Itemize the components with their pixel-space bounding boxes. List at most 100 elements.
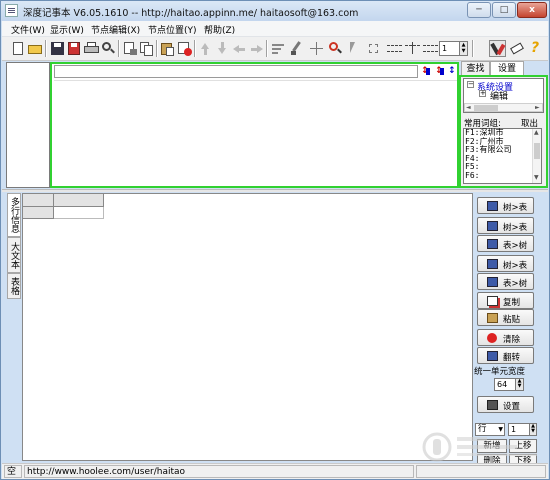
toolbar-separator xyxy=(194,40,196,57)
menu-node-position[interactable]: 节点位置(Y) xyxy=(148,23,197,36)
split-lines-icon[interactable] xyxy=(386,40,403,57)
grid-corner-cell[interactable] xyxy=(23,194,54,207)
tree-scroll-thumb[interactable] xyxy=(474,105,498,111)
toolbar-number-input[interactable]: 1 xyxy=(439,41,460,56)
window-title: 深度记事本 V6.05.1610 -- http://haitao.appinn… xyxy=(23,8,359,19)
note-text-area[interactable] xyxy=(54,80,457,184)
table-to-tree-button[interactable]: 表>树 xyxy=(477,235,534,252)
watermark-logo xyxy=(422,432,537,462)
minimize-button[interactable]: ─ xyxy=(467,2,491,18)
paste-node-icon[interactable] xyxy=(159,40,176,57)
move-right-icon[interactable] xyxy=(248,40,265,57)
brush-icon[interactable] xyxy=(288,40,305,57)
tab-large-text[interactable]: 大文本 xyxy=(7,237,21,273)
move-up-icon[interactable] xyxy=(197,40,214,57)
save-as-icon[interactable] xyxy=(66,40,83,57)
toolbar-separator xyxy=(45,40,47,57)
table-grid-pane[interactable] xyxy=(22,193,473,461)
move-left-icon[interactable] xyxy=(231,40,248,57)
sort-asc-icon[interactable]: ↕ xyxy=(420,65,432,78)
copy-node-icon[interactable] xyxy=(138,40,155,57)
scroll-down-icon[interactable]: ▼ xyxy=(534,174,539,181)
move-down-icon[interactable] xyxy=(214,40,231,57)
grid-column-header[interactable] xyxy=(54,194,104,207)
column-width-spinner[interactable]: ▲ ▼ xyxy=(515,378,524,391)
sort-mixed-icon[interactable]: ↕ xyxy=(447,65,457,78)
scroll-right-icon[interactable]: ► xyxy=(535,104,540,111)
tab-multiline-info[interactable]: 多行信息 xyxy=(7,193,21,237)
status-bar: 空 http://www.hoolee.com/user/haitao xyxy=(2,463,548,479)
table-icon xyxy=(487,221,498,231)
indent-lines-icon[interactable] xyxy=(404,40,421,57)
grid-row-header[interactable] xyxy=(23,207,54,219)
grid-cell[interactable] xyxy=(54,207,104,219)
table-to-tree-button[interactable]: 表>树 xyxy=(477,273,534,290)
note-editor-pane[interactable]: ↕ ↕ ↕ xyxy=(50,62,459,188)
zoom-icon[interactable] xyxy=(327,40,344,57)
list-item[interactable]: F6: xyxy=(465,171,541,181)
apply-width-button[interactable]: 设置 xyxy=(477,396,534,413)
clear-icon xyxy=(487,333,497,343)
line-spacing-icon[interactable] xyxy=(422,40,439,57)
close-button[interactable]: x xyxy=(517,2,547,18)
pointer-icon[interactable] xyxy=(346,40,363,57)
list-scroll-thumb[interactable] xyxy=(534,143,540,159)
save-icon[interactable] xyxy=(49,40,66,57)
tools-icon[interactable] xyxy=(489,40,506,57)
collapse-icon[interactable] xyxy=(308,40,325,57)
tab-search[interactable]: 查找 xyxy=(461,61,490,76)
tab-settings[interactable]: 设置 xyxy=(490,61,524,76)
sort-desc-icon[interactable]: ↕ xyxy=(434,65,446,78)
common-words-list[interactable]: F1:深圳市 F2:广州市 F3:有限公司 F4: F5: F6: xyxy=(463,128,542,184)
menu-help[interactable]: 帮助(Z) xyxy=(204,23,235,36)
menu-view[interactable]: 显示(W) xyxy=(50,23,84,36)
column-width-label: 统一单元宽度 xyxy=(474,367,526,377)
tree-to-table-button[interactable]: 树>表 xyxy=(477,197,534,214)
column-width-input[interactable]: 64 xyxy=(494,378,516,391)
menu-bar: 文件(W) 显示(W) 节点编辑(X) 节点位置(Y) 帮助(Z) xyxy=(2,21,548,37)
maximize-button[interactable]: □ xyxy=(492,2,516,18)
flip-icon xyxy=(487,351,498,361)
clear-button[interactable]: 清除 xyxy=(477,329,534,346)
eraser-icon[interactable] xyxy=(509,40,526,57)
scroll-left-icon[interactable]: ◄ xyxy=(466,104,471,111)
sort-icon[interactable] xyxy=(270,40,287,57)
new-file-icon[interactable] xyxy=(10,40,27,57)
tree-to-table-button[interactable]: 树>表 xyxy=(477,217,534,234)
open-folder-icon[interactable] xyxy=(27,40,44,57)
delete-node-icon[interactable] xyxy=(176,40,193,57)
copy-icon xyxy=(487,296,498,306)
table-icon xyxy=(487,201,498,211)
toolbar-separator xyxy=(472,40,474,57)
horizontal-splitter[interactable] xyxy=(2,189,548,192)
scroll-up-icon[interactable]: ▲ xyxy=(534,129,539,136)
app-window: 深度记事本 V6.05.1610 -- http://haitao.appinn… xyxy=(0,0,550,480)
tree-pane[interactable] xyxy=(6,62,50,188)
tab-table[interactable]: 表格 xyxy=(7,273,21,299)
tree-collapse-icon[interactable]: − xyxy=(467,81,474,88)
settings-panel: − 系统设置 + 编辑 ◄ ► 常用词组: 取出 F1:深圳市 F2:广州市 F… xyxy=(459,75,548,188)
menu-node-edit[interactable]: 节点编辑(X) xyxy=(91,23,140,36)
toolbar-separator xyxy=(118,40,120,57)
table-icon xyxy=(487,259,498,269)
toolbar: 1 ▲ ▼ ? xyxy=(2,37,548,61)
tree-horizontal-scrollbar[interactable]: ◄ ► xyxy=(464,103,543,112)
settings-tree[interactable]: − 系统设置 + 编辑 ◄ ► xyxy=(463,78,544,113)
table-icon xyxy=(487,277,498,287)
node-title-input[interactable] xyxy=(54,65,418,78)
print-icon[interactable] xyxy=(83,40,100,57)
expand-all-icon[interactable] xyxy=(365,40,382,57)
menu-file[interactable]: 文件(W) xyxy=(11,23,45,36)
tree-expand-icon[interactable]: + xyxy=(479,90,486,97)
help-icon[interactable]: ? xyxy=(528,40,545,57)
copy-button[interactable]: 复制 xyxy=(477,292,534,309)
paste-button[interactable]: 粘贴 xyxy=(477,309,534,326)
toolbar-spin-arrows[interactable]: ▲ ▼ xyxy=(459,41,468,56)
title-bar[interactable]: 深度记事本 V6.05.1610 -- http://haitao.appinn… xyxy=(1,1,549,21)
cut-node-icon[interactable] xyxy=(121,40,138,57)
flip-button[interactable]: 翻转 xyxy=(477,347,534,364)
common-words-scrollbar[interactable]: ▲ ▼ xyxy=(532,129,541,183)
tree-child-edit[interactable]: 编辑 xyxy=(490,89,508,102)
find-icon[interactable] xyxy=(100,40,117,57)
tree-to-table-button[interactable]: 树>表 xyxy=(477,255,534,272)
